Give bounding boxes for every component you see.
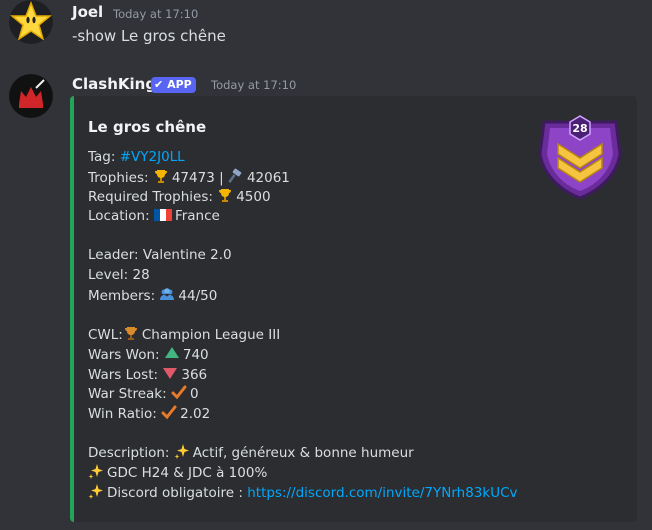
discord-invite-link[interactable]: https://discord.com/invite/7YNrh83kUCv: [247, 485, 517, 501]
username[interactable]: Joel: [72, 3, 103, 21]
trophy-icon: [219, 189, 232, 203]
tag-line: Tag: #VY2J0LL: [88, 149, 185, 165]
builder-hammer-icon: [228, 168, 242, 183]
description-line-3: Discord obligatoire : https://discord.co…: [88, 483, 518, 503]
leader-line: Leader: Valentine 2.0: [88, 247, 232, 264]
wars-won-line: Wars Won: 740: [88, 346, 209, 363]
clan-embed: Le gros chêne 28 Tag: #VY2J0LL Trophies:…: [70, 96, 637, 522]
trophies-line: Trophies: 47473 | 42061: [88, 168, 290, 186]
down-arrow-icon: [163, 367, 178, 379]
sparkles-icon: [88, 464, 103, 479]
wars-lost-line: Wars Lost: 366: [88, 366, 208, 383]
bot-avatar[interactable]: [9, 74, 53, 118]
message-content: -show Le gros chêne: [72, 27, 226, 45]
embed-title: Le gros chêne: [88, 118, 207, 136]
timestamp: Today at 17:10: [113, 7, 199, 21]
badge-level: 28: [572, 122, 587, 135]
sparkles-icon: [174, 444, 189, 460]
level-line: Level: 28: [88, 267, 150, 284]
bot-username[interactable]: ClashKing: [72, 75, 156, 93]
required-trophies-line: Required Trophies: 4500: [88, 189, 271, 206]
timestamp: Today at 17:10: [211, 78, 297, 92]
checkmark-icon: [161, 405, 177, 420]
cwl-trophy-icon: [124, 327, 137, 341]
win-ratio-line: Win Ratio: 2.02: [88, 405, 211, 422]
location-line: Location: France: [88, 208, 220, 225]
message-joel: Joel Today at 17:10 -show Le gros chêne: [0, 0, 652, 70]
embed-fields: Tag: #VY2J0LL Trophies: 47473 | 42061 Re…: [88, 148, 518, 502]
trophy-icon: [154, 169, 167, 183]
user-avatar[interactable]: [9, 0, 53, 44]
members-icon: [160, 288, 175, 300]
app-badge: ✔ APP: [151, 77, 196, 93]
star-icon: [9, 0, 53, 44]
check-icon: ✔: [154, 78, 164, 91]
description-line-2: GDC H24 & JDC à 100%: [88, 463, 518, 483]
sparkles-icon: [88, 483, 103, 499]
war-streak-line: War Streak: 0: [88, 385, 199, 403]
members-line: Members: 44/50: [88, 287, 218, 304]
tag-link[interactable]: #VY2J0LL: [120, 149, 185, 165]
checkmark-icon: [171, 385, 187, 400]
description-line-1: Description: Actif, généreux & bonne hum…: [88, 444, 414, 462]
up-arrow-icon: [164, 346, 179, 358]
clan-badge-icon: 28: [538, 115, 622, 200]
crown-icon: [9, 74, 53, 118]
cwl-line: CWL: Champion League III: [88, 327, 281, 344]
france-flag-icon: [153, 209, 172, 222]
